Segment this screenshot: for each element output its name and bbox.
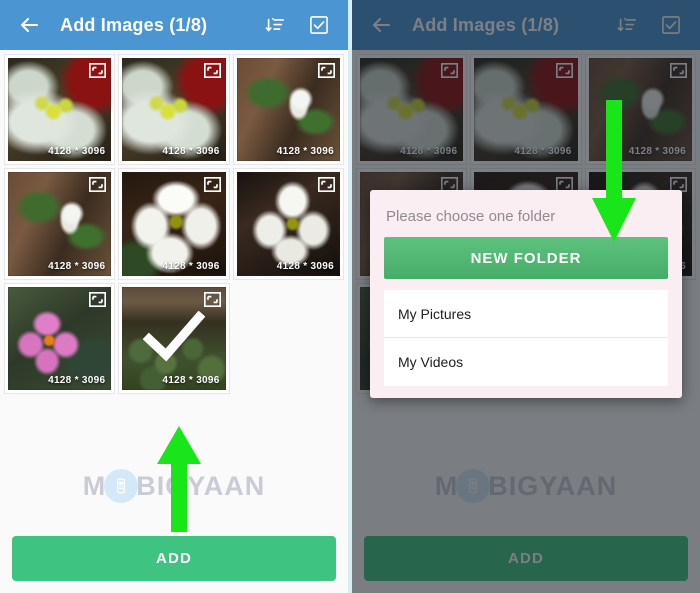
bottom-action-bar: ADD [0, 526, 348, 593]
thumbnail-inner: 4128 * 3096 [8, 286, 112, 391]
resolution-label: 4128 * 3096 [276, 260, 334, 272]
resolution-label: 4128 * 3096 [162, 260, 220, 272]
thumbnail-inner: 4128 * 3096 [122, 172, 226, 276]
resolution-label: 4128 * 3096 [48, 260, 106, 272]
image-thumbnail[interactable]: 4128 * 3096 [5, 169, 115, 279]
image-thumbnail[interactable]: 4128 * 3096 [5, 55, 115, 165]
image-thumbnail[interactable]: 4128 * 3096 [119, 55, 229, 165]
screenshot-root: Add Images (1/8) 4128 * 3096 4128 * 3096 4… [0, 0, 700, 593]
expand-fullscreen-icon[interactable] [203, 62, 221, 79]
watermark: M BIGYAAN [0, 462, 348, 510]
folder-list-item[interactable]: My Videos [384, 338, 668, 386]
new-folder-button[interactable]: NEW FOLDER [384, 237, 668, 279]
image-thumbnail[interactable]: 4128 * 3096 [233, 169, 343, 279]
resolution-label: 4128 * 3096 [48, 146, 106, 158]
expand-fullscreen-icon[interactable] [89, 177, 107, 193]
expand-fullscreen-icon[interactable] [317, 62, 336, 79]
image-thumbnail[interactable]: 4128 * 3096 [233, 55, 343, 165]
resolution-label: 4128 * 3096 [162, 375, 220, 387]
resolution-label: 4128 * 3096 [162, 146, 220, 158]
thumbnail-inner: 4128 * 3096 [122, 58, 226, 162]
right-screen: Add Images (1/8) 4128 * 30964128 * 30964… [352, 0, 700, 593]
sort-descending-icon[interactable] [258, 8, 292, 42]
green-arrow-up [155, 424, 203, 534]
mobile-phone-icon [104, 469, 139, 503]
left-screen: Add Images (1/8) 4128 * 3096 4128 * 3096 4… [0, 0, 348, 593]
checkbox-checked-icon[interactable] [302, 8, 336, 42]
back-arrow-icon[interactable] [12, 8, 46, 42]
image-grid[interactable]: 4128 * 3096 4128 * 3096 4128 * 3096 4128 * … [0, 50, 348, 394]
image-thumbnail[interactable]: 4128 * 3096 [5, 283, 115, 394]
folder-list-item[interactable]: My Pictures [384, 290, 668, 338]
image-thumbnail[interactable]: 4128 * 3096 [119, 169, 229, 279]
resolution-label: 4128 * 3096 [276, 146, 334, 158]
expand-fullscreen-icon[interactable] [317, 177, 336, 193]
thumbnail-inner: 4128 * 3096 [8, 58, 112, 162]
thumbnail-inner: 4128 * 3096 [122, 286, 226, 391]
app-bar: Add Images (1/8) [0, 0, 348, 50]
expand-fullscreen-icon[interactable] [203, 177, 221, 193]
watermark-text-before: M [82, 470, 107, 501]
expand-fullscreen-icon[interactable] [89, 62, 107, 79]
resolution-label: 4128 * 3096 [48, 375, 106, 387]
watermark-text-after: BIGYAAN [136, 470, 266, 501]
thumbnail-inner: 4128 * 3096 [8, 172, 112, 276]
thumbnail-inner: 4128 * 3096 [236, 172, 340, 276]
expand-fullscreen-icon[interactable] [89, 291, 107, 307]
thumbnail-inner: 4128 * 3096 [236, 58, 340, 162]
choose-folder-dialog: Please choose one folder NEW FOLDER My P… [370, 190, 682, 398]
expand-fullscreen-icon[interactable] [203, 291, 221, 307]
add-button[interactable]: ADD [12, 536, 336, 581]
image-thumbnail[interactable]: 4128 * 3096 [119, 283, 229, 394]
page-title: Add Images (1/8) [60, 14, 208, 35]
folder-list: My Pictures My Videos [384, 290, 668, 386]
dialog-title: Please choose one folder [386, 208, 556, 225]
